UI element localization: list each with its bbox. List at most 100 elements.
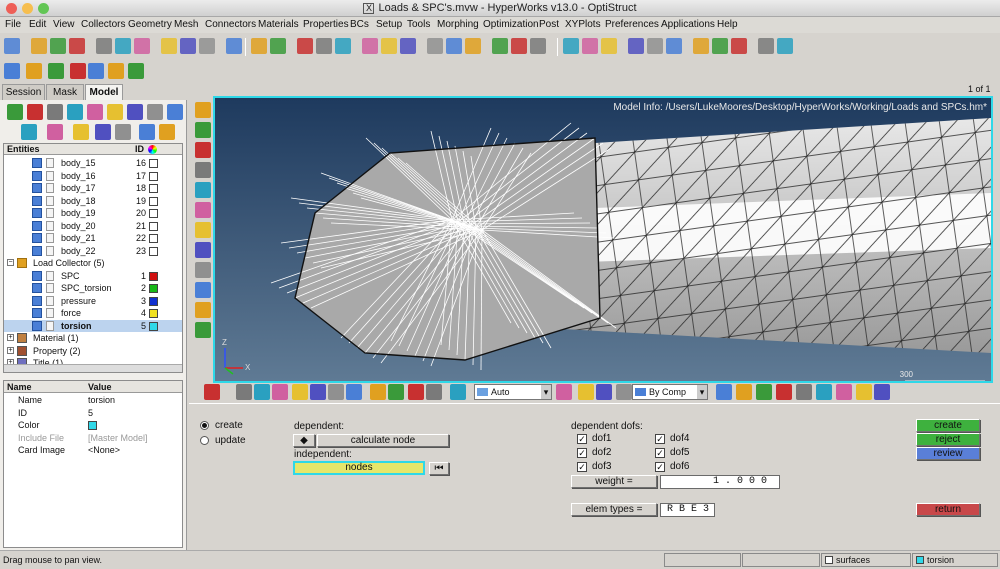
toolbar-secondary-icon[interactable] (70, 63, 86, 79)
toolbar-tool-icon[interactable] (777, 38, 793, 54)
dof4-checkbox[interactable]: ✓ (655, 434, 665, 444)
toolbar-tool-icon[interactable] (530, 38, 546, 54)
tab-model[interactable]: Model (85, 84, 123, 100)
toolbar-secondary-icon[interactable] (4, 63, 20, 79)
menu-applications[interactable]: Applications (661, 17, 715, 33)
toolbar-secondary-icon[interactable] (108, 63, 124, 79)
toolbar-tool-icon[interactable] (31, 38, 47, 54)
browser-tool-icon[interactable] (47, 124, 63, 140)
view-tool-icon[interactable] (616, 384, 632, 400)
tree-row-body[interactable]: body_15 16 (4, 157, 182, 170)
create-radio[interactable] (200, 421, 209, 430)
color-swatch[interactable] (149, 209, 158, 218)
view-tool-icon[interactable] (836, 384, 852, 400)
view-tool-icon[interactable] (328, 384, 344, 400)
view-tool-icon[interactable] (596, 384, 612, 400)
dof5-checkbox[interactable]: ✓ (655, 448, 665, 458)
review-button[interactable]: review (916, 447, 980, 460)
toolbar-tool-icon[interactable] (134, 38, 150, 54)
tab-session[interactable]: Session (2, 84, 45, 100)
view-tool-icon[interactable] (426, 384, 442, 400)
browser-tool-icon[interactable] (167, 104, 183, 120)
toolbar-tool-icon[interactable] (226, 38, 242, 54)
toolbar-tool-icon[interactable] (582, 38, 598, 54)
view-tool-icon[interactable] (578, 384, 594, 400)
browser-tool-icon[interactable] (107, 104, 123, 120)
browser-tool-icon[interactable] (47, 104, 63, 120)
side-tool-icon[interactable] (195, 142, 211, 158)
toolbar-tool-icon[interactable] (180, 38, 196, 54)
dof2-checkbox[interactable]: ✓ (577, 448, 587, 458)
color-swatch[interactable] (149, 309, 158, 318)
toolbar-secondary-icon[interactable] (88, 63, 104, 79)
browser-tool-icon[interactable] (27, 104, 43, 120)
menu-geometry[interactable]: Geometry (128, 17, 172, 33)
elem-types-value[interactable]: RBE3 (660, 503, 715, 517)
tree-row-body[interactable]: body_20 21 (4, 220, 182, 233)
menu-materials[interactable]: Materials (258, 17, 299, 33)
property-row[interactable]: ID 5 (4, 407, 182, 420)
toolbar-tool-icon[interactable] (758, 38, 774, 54)
menu-bcs[interactable]: BCs (350, 17, 369, 33)
close-window-button[interactable] (6, 3, 17, 14)
property-row[interactable]: Include File [Master Model] (4, 432, 182, 445)
menu-mesh[interactable]: Mesh (174, 17, 198, 33)
color-swatch[interactable] (149, 171, 158, 181)
view-tool-icon[interactable] (236, 384, 252, 400)
view-tool-icon[interactable] (388, 384, 404, 400)
side-tool-icon[interactable] (195, 302, 211, 318)
toolbar-tool-icon[interactable] (427, 38, 443, 54)
side-tool-icon[interactable] (195, 282, 211, 298)
toolbar-tool-icon[interactable] (316, 38, 332, 54)
toolbar-tool-icon[interactable] (297, 38, 313, 54)
side-tool-icon[interactable] (195, 262, 211, 278)
browser-tool-icon[interactable] (95, 124, 111, 140)
view-tool-icon[interactable] (254, 384, 270, 400)
toolbar-tool-icon[interactable] (446, 38, 462, 54)
toolbar-tool-icon[interactable] (712, 38, 728, 54)
zoom-window-button[interactable] (38, 3, 49, 14)
tree-row-material[interactable]: + Material (1) (4, 332, 182, 345)
property-row[interactable]: Name torsion (4, 394, 182, 407)
toolbar-tool-icon[interactable] (647, 38, 663, 54)
toolbar-tool-icon[interactable] (563, 38, 579, 54)
toolbar-tool-icon[interactable] (251, 38, 267, 54)
toolbar-tool-icon[interactable] (50, 38, 66, 54)
view-tool-icon[interactable] (370, 384, 386, 400)
property-row[interactable]: Card Image <None> (4, 444, 182, 457)
tree-row-load[interactable]: force 4 (4, 307, 182, 320)
menu-connectors[interactable]: Connectors (205, 17, 256, 33)
browser-tool-icon[interactable] (21, 124, 37, 140)
color-swatch[interactable] (149, 246, 158, 256)
browser-tool-icon[interactable] (67, 104, 83, 120)
reset-selection-button[interactable]: ⏮ (429, 462, 449, 475)
side-tool-icon[interactable] (195, 102, 211, 118)
color-swatch[interactable] (149, 196, 158, 206)
color-swatch[interactable] (149, 184, 158, 193)
tree-row-body[interactable]: body_22 23 (4, 245, 182, 258)
view-tool-icon[interactable] (272, 384, 288, 400)
view-tool-icon[interactable] (736, 384, 752, 400)
side-tool-icon[interactable] (195, 122, 211, 138)
toolbar-tool-icon[interactable] (115, 38, 131, 54)
side-tool-icon[interactable] (195, 242, 211, 258)
tree-row-body[interactable]: body_18 19 (4, 195, 182, 208)
shading-mode-dropdown[interactable]: Auto ▾ (474, 384, 552, 400)
color-mode-dropdown[interactable]: By Comp ▾ (632, 384, 708, 400)
view-tool-icon[interactable] (408, 384, 424, 400)
view-tool-icon[interactable] (796, 384, 812, 400)
menu-post[interactable]: Post (539, 17, 559, 33)
collapse-icon[interactable]: − (7, 259, 14, 266)
color-swatch[interactable] (149, 296, 158, 306)
menu-edit[interactable]: Edit (29, 17, 46, 33)
toolbar-tool-icon[interactable] (161, 38, 177, 54)
browser-tool-icon[interactable] (127, 104, 143, 120)
nodes-selector[interactable]: nodes (293, 461, 425, 475)
return-button[interactable]: return (916, 503, 980, 516)
calculate-node-button[interactable]: calculate node (317, 434, 449, 447)
view-tool-icon[interactable] (450, 384, 466, 400)
view-tool-icon[interactable] (856, 384, 872, 400)
menu-xyplots[interactable]: XYPlots (565, 17, 601, 33)
view-tool-icon[interactable] (756, 384, 772, 400)
color-swatch[interactable] (149, 271, 158, 281)
